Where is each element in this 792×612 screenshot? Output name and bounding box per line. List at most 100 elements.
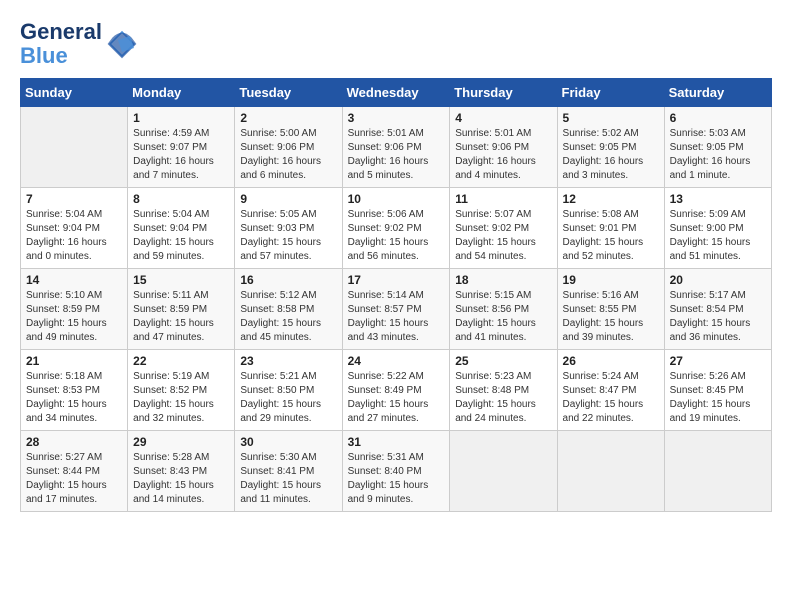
calendar-week-row: 21Sunrise: 5:18 AMSunset: 8:53 PMDayligh…	[21, 350, 772, 431]
day-number: 11	[455, 192, 551, 206]
calendar-cell: 1 Sunrise: 4:59 AMSunset: 9:07 PMDaylight…	[128, 107, 235, 188]
day-number: 13	[670, 192, 766, 206]
day-number: 9	[240, 192, 336, 206]
calendar-cell	[664, 431, 771, 512]
day-info: Sunrise: 5:09 AMSunset: 9:00 PMDaylight:…	[670, 208, 766, 264]
day-number: 31	[348, 435, 445, 449]
calendar-cell: 26 Sunrise: 5:24 AMSunset: 8:47 PMDayligh…	[557, 350, 664, 431]
day-info: Sunrise: 5:14 AMSunset: 8:57 PMDaylight:…	[348, 289, 445, 345]
logo-icon	[106, 28, 138, 60]
day-info: Sunrise: 5:04 AMSunset: 9:04 PMDaylight:…	[133, 208, 229, 264]
day-info: Sunrise: 5:01 AMSunset: 9:06 PMDaylight:…	[348, 127, 445, 183]
day-number: 14	[26, 273, 122, 287]
calendar-week-row: 14 Sunrise: 5:10 AMSunset: 8:59 PMDayligh…	[21, 269, 772, 350]
calendar-cell: 5Sunrise: 5:02 AMSunset: 9:05 PMDaylight…	[557, 107, 664, 188]
day-info: Sunrise: 5:08 AMSunset: 9:01 PMDaylight:…	[563, 208, 659, 264]
day-info: Sunrise: 5:03 AMSunset: 9:05 PMDaylight:…	[670, 127, 766, 183]
day-number: 15	[133, 273, 229, 287]
day-number: 21	[26, 354, 122, 368]
day-info: Sunrise: 4:59 AMSunset: 9:07 PMDaylight:…	[133, 127, 229, 183]
calendar-cell: 29 Sunrise: 5:28 AMSunset: 8:43 PMDayligh…	[128, 431, 235, 512]
day-info: Sunrise: 5:16 AMSunset: 8:55 PMDaylight:…	[563, 289, 659, 345]
weekday-header: Monday	[128, 79, 235, 107]
weekday-header: Thursday	[450, 79, 557, 107]
day-info: Sunrise: 5:22 AMSunset: 8:49 PMDaylight:…	[348, 370, 445, 426]
calendar-cell: 14 Sunrise: 5:10 AMSunset: 8:59 PMDayligh…	[21, 269, 128, 350]
day-number: 18	[455, 273, 551, 287]
day-number: 2	[240, 111, 336, 125]
calendar-cell: 7 Sunrise: 5:04 AMSunset: 9:04 PMDaylight…	[21, 188, 128, 269]
calendar-cell: 2Sunrise: 5:00 AMSunset: 9:06 PMDaylight…	[235, 107, 342, 188]
calendar-cell: 24 Sunrise: 5:22 AMSunset: 8:49 PMDayligh…	[342, 350, 450, 431]
day-number: 12	[563, 192, 659, 206]
day-info: Sunrise: 5:19 AMSunset: 8:52 PMDaylight:…	[133, 370, 229, 426]
day-number: 3	[348, 111, 445, 125]
weekday-header: Sunday	[21, 79, 128, 107]
day-info: Sunrise: 5:15 AMSunset: 8:56 PMDaylight:…	[455, 289, 551, 345]
day-info: Sunrise: 5:05 AMSunset: 9:03 PMDaylight:…	[240, 208, 336, 264]
day-number: 26	[563, 354, 659, 368]
day-number: 4	[455, 111, 551, 125]
day-number: 17	[348, 273, 445, 287]
day-number: 29	[133, 435, 229, 449]
day-info: Sunrise: 5:07 AMSunset: 9:02 PMDaylight:…	[455, 208, 551, 264]
day-number: 22	[133, 354, 229, 368]
header: GeneralBlue	[20, 20, 772, 68]
day-info: Sunrise: 5:11 AMSunset: 8:59 PMDaylight:…	[133, 289, 229, 345]
calendar-cell: 28Sunrise: 5:27 AMSunset: 8:44 PMDayligh…	[21, 431, 128, 512]
calendar-week-row: 1 Sunrise: 4:59 AMSunset: 9:07 PMDaylight…	[21, 107, 772, 188]
calendar-cell: 27 Sunrise: 5:26 AMSunset: 8:45 PMDayligh…	[664, 350, 771, 431]
day-info: Sunrise: 5:12 AMSunset: 8:58 PMDaylight:…	[240, 289, 336, 345]
calendar-cell: 8 Sunrise: 5:04 AMSunset: 9:04 PMDaylight…	[128, 188, 235, 269]
day-number: 16	[240, 273, 336, 287]
day-info: Sunrise: 5:02 AMSunset: 9:05 PMDaylight:…	[563, 127, 659, 183]
calendar-cell	[450, 431, 557, 512]
day-info: Sunrise: 5:17 AMSunset: 8:54 PMDaylight:…	[670, 289, 766, 345]
day-info: Sunrise: 5:31 AMSunset: 8:40 PMDaylight:…	[348, 451, 445, 507]
day-info: Sunrise: 5:21 AMSunset: 8:50 PMDaylight:…	[240, 370, 336, 426]
calendar-cell: 17 Sunrise: 5:14 AMSunset: 8:57 PMDayligh…	[342, 269, 450, 350]
day-number: 24	[348, 354, 445, 368]
day-info: Sunrise: 5:24 AMSunset: 8:47 PMDaylight:…	[563, 370, 659, 426]
calendar-cell: 13 Sunrise: 5:09 AMSunset: 9:00 PMDayligh…	[664, 188, 771, 269]
calendar-cell: 19Sunrise: 5:16 AMSunset: 8:55 PMDayligh…	[557, 269, 664, 350]
weekday-header: Saturday	[664, 79, 771, 107]
day-info: Sunrise: 5:27 AMSunset: 8:44 PMDaylight:…	[26, 451, 122, 507]
day-info: Sunrise: 5:06 AMSunset: 9:02 PMDaylight:…	[348, 208, 445, 264]
calendar-cell: 16 Sunrise: 5:12 AMSunset: 8:58 PMDayligh…	[235, 269, 342, 350]
calendar-cell: 18 Sunrise: 5:15 AMSunset: 8:56 PMDayligh…	[450, 269, 557, 350]
day-info: Sunrise: 5:01 AMSunset: 9:06 PMDaylight:…	[455, 127, 551, 183]
day-info: Sunrise: 5:26 AMSunset: 8:45 PMDaylight:…	[670, 370, 766, 426]
calendar-cell: 31 Sunrise: 5:31 AMSunset: 8:40 PMDayligh…	[342, 431, 450, 512]
calendar-week-row: 7 Sunrise: 5:04 AMSunset: 9:04 PMDaylight…	[21, 188, 772, 269]
day-info: Sunrise: 5:30 AMSunset: 8:41 PMDaylight:…	[240, 451, 336, 507]
day-number: 20	[670, 273, 766, 287]
weekday-header: Friday	[557, 79, 664, 107]
day-number: 27	[670, 354, 766, 368]
calendar-cell	[557, 431, 664, 512]
calendar-header: SundayMondayTuesdayWednesdayThursdayFrid…	[21, 79, 772, 107]
day-info: Sunrise: 5:10 AMSunset: 8:59 PMDaylight:…	[26, 289, 122, 345]
day-number: 1	[133, 111, 229, 125]
calendar-cell: 21Sunrise: 5:18 AMSunset: 8:53 PMDayligh…	[21, 350, 128, 431]
logo-text: GeneralBlue	[20, 20, 102, 68]
calendar-cell: 6Sunrise: 5:03 AMSunset: 9:05 PMDaylight…	[664, 107, 771, 188]
calendar-cell: 12 Sunrise: 5:08 AMSunset: 9:01 PMDayligh…	[557, 188, 664, 269]
day-number: 23	[240, 354, 336, 368]
calendar-cell: 30 Sunrise: 5:30 AMSunset: 8:41 PMDayligh…	[235, 431, 342, 512]
calendar-body: 1 Sunrise: 4:59 AMSunset: 9:07 PMDaylight…	[21, 107, 772, 512]
day-info: Sunrise: 5:04 AMSunset: 9:04 PMDaylight:…	[26, 208, 122, 264]
calendar-cell: 15 Sunrise: 5:11 AMSunset: 8:59 PMDayligh…	[128, 269, 235, 350]
day-number: 8	[133, 192, 229, 206]
calendar-cell: 20 Sunrise: 5:17 AMSunset: 8:54 PMDayligh…	[664, 269, 771, 350]
calendar-cell: 25Sunrise: 5:23 AMSunset: 8:48 PMDayligh…	[450, 350, 557, 431]
weekday-header: Tuesday	[235, 79, 342, 107]
day-info: Sunrise: 5:28 AMSunset: 8:43 PMDaylight:…	[133, 451, 229, 507]
day-number: 10	[348, 192, 445, 206]
day-number: 25	[455, 354, 551, 368]
day-number: 30	[240, 435, 336, 449]
calendar-cell: 22 Sunrise: 5:19 AMSunset: 8:52 PMDayligh…	[128, 350, 235, 431]
calendar-cell: 3 Sunrise: 5:01 AMSunset: 9:06 PMDaylight…	[342, 107, 450, 188]
calendar-cell: 9 Sunrise: 5:05 AMSunset: 9:03 PMDaylight…	[235, 188, 342, 269]
day-number: 7	[26, 192, 122, 206]
